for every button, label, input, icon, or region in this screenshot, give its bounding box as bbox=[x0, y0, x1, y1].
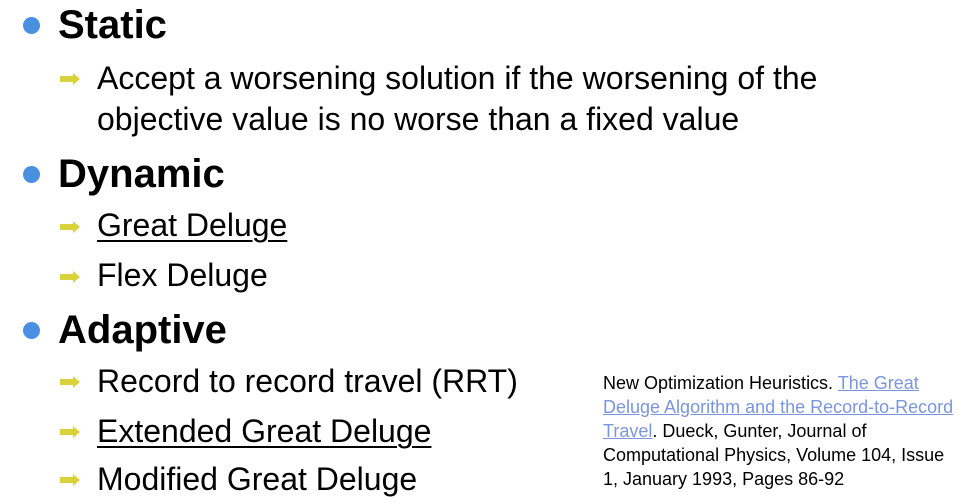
heading-adaptive: Adaptive bbox=[58, 308, 227, 352]
reference-suffix: . Dueck, Gunter, Journal of Computationa… bbox=[603, 421, 945, 489]
bullet-dot-icon bbox=[23, 166, 40, 183]
link-great-deluge[interactable]: Great Deluge bbox=[97, 204, 287, 246]
item-flex-deluge: Flex Deluge bbox=[97, 257, 268, 293]
heading-dynamic: Dynamic bbox=[58, 152, 225, 196]
link-extended-great-deluge[interactable]: Extended Great Deluge bbox=[97, 410, 431, 452]
bullet-dot-icon bbox=[23, 322, 40, 339]
static-item-line-2: objective value is no worse than a fixed… bbox=[97, 101, 740, 137]
reference-note: New Optimization Heuristics. The Great D… bbox=[603, 371, 963, 491]
heading-static: Static bbox=[58, 3, 167, 47]
static-item-line-1: Accept a worsening solution if the worse… bbox=[97, 60, 818, 96]
item-record-to-record-travel: Record to record travel (RRT) bbox=[97, 363, 518, 399]
item-modified-great-deluge: Modified Great Deluge bbox=[97, 461, 418, 497]
bullet-dot-icon bbox=[23, 17, 40, 34]
reference-prefix: New Optimization Heuristics. bbox=[603, 373, 834, 393]
